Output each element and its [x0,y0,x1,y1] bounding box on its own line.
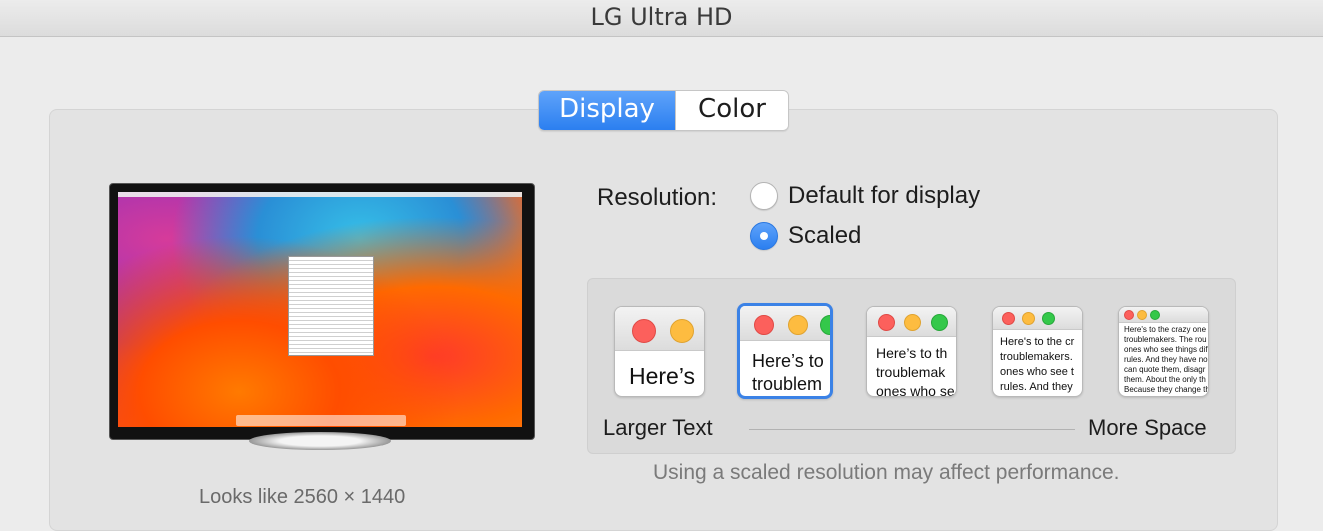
close-icon [1124,310,1134,320]
scale-track-line [749,429,1075,430]
scale-option-more-space[interactable]: Here's to the crazy one troublemakers. T… [1118,306,1209,397]
minimize-icon [1022,312,1035,325]
tab-display[interactable]: Display [539,91,675,130]
close-icon [754,315,774,335]
desktop-wallpaper [118,192,522,427]
zoom-icon [820,315,830,335]
radio-scaled[interactable]: Scaled [750,222,861,250]
sample-text: Here’s [629,363,696,389]
minimize-icon [670,319,694,343]
sample-text: Here's to the crazy one troublemakers. T… [1124,325,1208,394]
close-icon [878,314,895,331]
zoom-icon [931,314,948,331]
scale-option-4[interactable]: Here's to the cr troublemakers. ones who… [992,306,1083,397]
sample-text: Here’s to troublem [752,351,824,394]
display-preview [109,183,535,440]
radio-label: Scaled [788,222,862,249]
radio-default-for-display[interactable]: Default for display [750,182,980,210]
radio-button[interactable] [750,182,778,210]
close-icon [632,319,656,343]
scale-option-larger-text[interactable]: Here’s [614,306,705,397]
close-icon [1002,312,1015,325]
radio-button-selected[interactable] [750,222,778,250]
sample-text: Here’s to th troublemak ones who se [876,345,955,397]
sample-text: Here's to the cr troublemakers. ones who… [1000,336,1075,393]
minimize-icon [1137,310,1147,320]
scale-option-3[interactable]: Here’s to th troublemak ones who se [866,306,957,397]
minimize-icon [788,315,808,335]
resolution-label: Resolution: [597,184,718,211]
minimize-icon [904,314,921,331]
title-bar: LG Ultra HD [0,0,1323,37]
looks-like-label: Looks like 2560 × 1440 [199,486,406,508]
zoom-icon [1042,312,1055,325]
tab-bar: Display Color [538,90,789,131]
monitor-stand [249,432,391,450]
scale-option-2-selected[interactable]: Here’s to troublem [737,303,833,399]
preview-dock [236,415,406,426]
tab-color[interactable]: Color [675,91,788,130]
preview-document-window [288,256,374,356]
zoom-icon [1150,310,1160,320]
window-title: LG Ultra HD [590,3,733,31]
preview-menubar [118,192,522,197]
larger-text-label: Larger Text [603,415,713,440]
radio-label: Default for display [788,182,981,209]
more-space-label: More Space [1088,415,1207,440]
performance-note: Using a scaled resolution may affect per… [653,461,1120,484]
